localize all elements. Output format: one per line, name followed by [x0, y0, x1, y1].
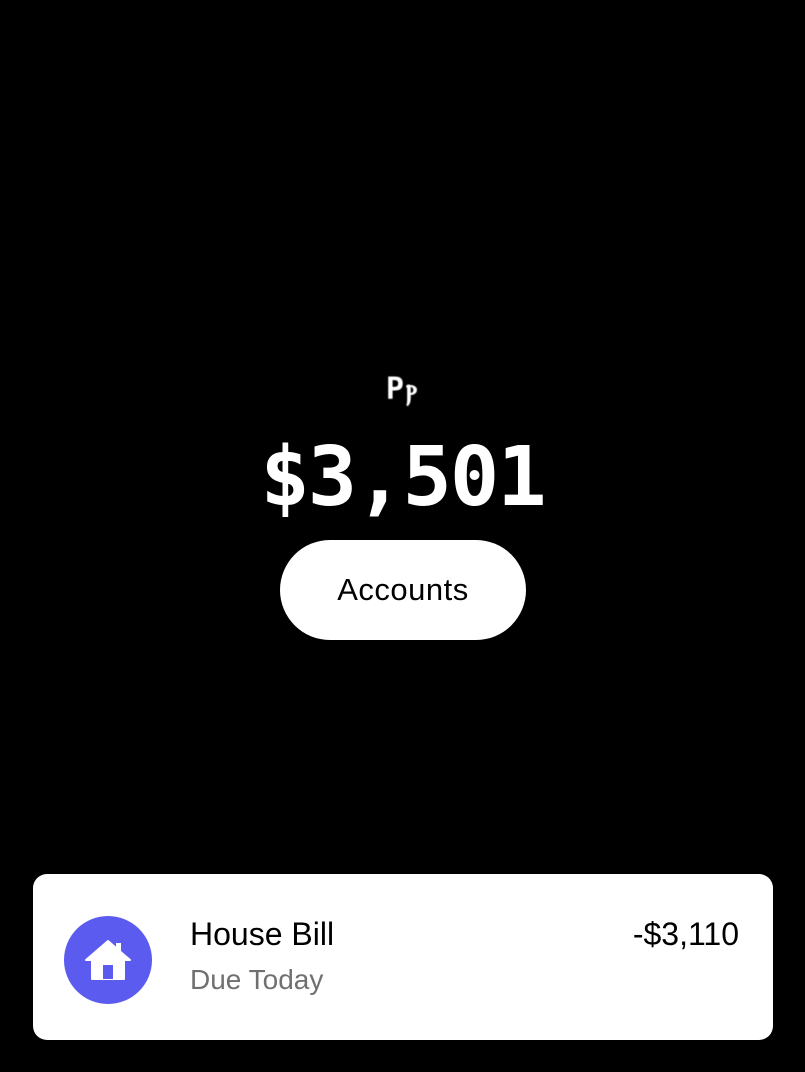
- bill-title: House Bill: [190, 916, 335, 952]
- bill-card[interactable]: House Bill Due Today -$3,110: [33, 874, 773, 1040]
- accounts-button-label: Accounts: [337, 572, 469, 607]
- balance-amount: $3,501: [260, 430, 546, 525]
- accounts-button[interactable]: Accounts: [280, 540, 526, 640]
- app-screen: Pⲣ $3,501 Accounts House Bill Due Today …: [0, 0, 805, 1072]
- bill-due-status: Due Today: [190, 964, 324, 995]
- house-icon: [64, 916, 152, 1004]
- balance-label: Pⲣ: [385, 372, 420, 407]
- bill-amount: -$3,110: [632, 916, 739, 952]
